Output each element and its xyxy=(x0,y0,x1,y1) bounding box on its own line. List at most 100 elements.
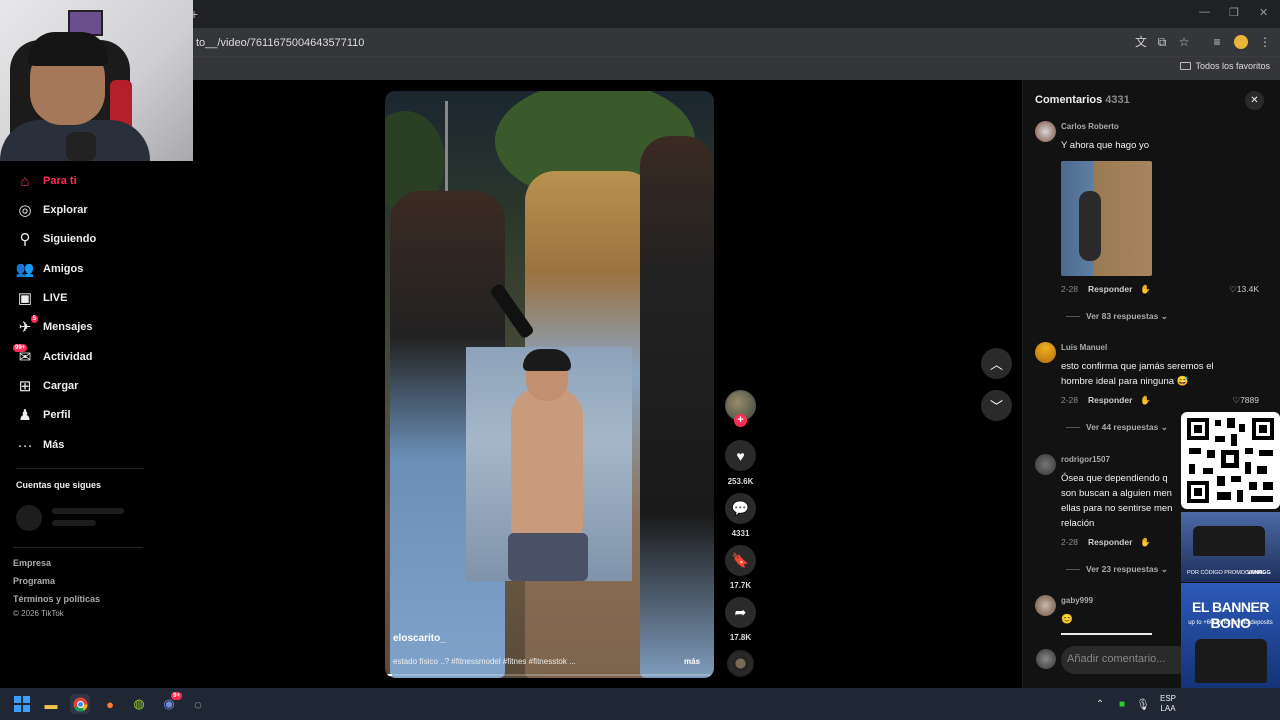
share-button[interactable]: ➦ xyxy=(725,597,756,628)
comment-like-count: 13.4K xyxy=(1236,284,1259,294)
nav-activity[interactable]: ✉ 99+ Actividad xyxy=(13,344,93,368)
nav-live[interactable]: ▣ LIVE xyxy=(16,287,68,309)
comment-avatar[interactable] xyxy=(1035,454,1056,475)
close-comments-button[interactable]: ✕ xyxy=(1245,91,1264,110)
video-description: estado físico ..? #fitnessmodel #fitnes … xyxy=(393,657,576,666)
nav-for-you[interactable]: ⌂ Para ti xyxy=(16,170,76,192)
follow-plus-icon[interactable]: + xyxy=(734,414,747,427)
nav-divider xyxy=(13,547,143,548)
footer-program-link[interactable]: Programa xyxy=(13,576,55,586)
video-progress-fill xyxy=(385,674,392,676)
add-comment-input[interactable]: Añadir comentario... xyxy=(1061,646,1191,674)
nav-profile[interactable]: ♟ Perfil xyxy=(16,404,70,426)
view-replies-button[interactable]: Ver 23 respuestas ⌄ xyxy=(1066,564,1168,575)
comment-image[interactable] xyxy=(1061,161,1152,276)
qr-code-graphic xyxy=(1187,418,1274,503)
video-progress-bar[interactable] xyxy=(385,674,714,676)
app-icon[interactable]: ◍ xyxy=(129,694,149,714)
compass-icon: ◎ xyxy=(18,202,32,219)
comment-button[interactable]: 💬 xyxy=(725,493,756,524)
comment-date: 2-28 xyxy=(1061,537,1079,547)
bookmark-icon: 🔖 xyxy=(731,552,750,568)
messages-badge: 5 xyxy=(30,315,38,323)
comment-likes[interactable]: ♡7889 xyxy=(1199,395,1259,406)
reply-button[interactable]: Responder xyxy=(1088,537,1132,547)
hand-icon[interactable]: ✋ xyxy=(1140,395,1151,405)
footer-terms-link[interactable]: Términos y políticas xyxy=(13,594,100,604)
like-button[interactable]: ♥ xyxy=(725,440,756,471)
description-more-button[interactable]: más xyxy=(684,657,700,666)
video-username[interactable]: eloscarito_ xyxy=(393,633,446,644)
comment-likes[interactable]: ♡13.4K xyxy=(1199,284,1259,295)
hand-icon[interactable]: ✋ xyxy=(1140,537,1151,547)
reading-list-icon[interactable]: ≡ xyxy=(1210,35,1224,49)
following-accounts-title: Cuentas que sigues xyxy=(16,480,102,490)
my-avatar xyxy=(1036,649,1056,669)
chevron-down-icon: ⌄ xyxy=(1160,311,1168,321)
nav-following[interactable]: ⚲ Siguiendo xyxy=(16,228,97,250)
tray-chevron-icon[interactable]: ⌃ xyxy=(1090,694,1110,714)
inset-body xyxy=(511,387,583,537)
share-count: 17.8K xyxy=(729,633,752,642)
webcam-overlay xyxy=(0,0,193,161)
restore-icon[interactable]: ❐ xyxy=(1229,6,1239,19)
chevron-down-icon: ⌄ xyxy=(1160,422,1168,432)
video-player[interactable]: eloscarito_ estado físico ..? #fitnessmo… xyxy=(385,91,714,678)
language-indicator[interactable]: ESP LAA xyxy=(1160,694,1176,714)
comment-username[interactable]: gaby999 xyxy=(1061,596,1093,605)
hand-icon[interactable]: ✋ xyxy=(1140,284,1151,294)
replies-label: Ver 23 respuestas xyxy=(1086,564,1159,574)
nav-divider xyxy=(16,468,144,469)
nav-upload[interactable]: ⊞ Cargar xyxy=(16,375,79,397)
next-video-button[interactable]: ﹀ xyxy=(981,390,1012,421)
reply-button[interactable]: Responder xyxy=(1088,395,1132,405)
close-icon: ✕ xyxy=(1250,95,1259,106)
streamer-hair xyxy=(28,32,108,66)
cast-icon[interactable]: ⧉ xyxy=(1155,35,1169,49)
translate-icon[interactable]: 文 xyxy=(1134,35,1148,49)
close-window-icon[interactable]: ✕ xyxy=(1259,6,1268,19)
suv-graphic xyxy=(1195,639,1267,683)
minimize-icon[interactable]: — xyxy=(1199,6,1210,18)
home-icon: ⌂ xyxy=(20,172,30,190)
obs-icon[interactable]: ◌ xyxy=(188,694,208,714)
music-disc-icon[interactable] xyxy=(727,650,754,677)
nav-explore[interactable]: ◎ Explorar xyxy=(16,199,87,221)
all-favorites[interactable]: Todos los favoritos xyxy=(1180,61,1270,71)
previous-video-button[interactable]: ︿ xyxy=(981,348,1012,379)
view-replies-button[interactable]: Ver 44 respuestas ⌄ xyxy=(1066,422,1168,433)
save-button[interactable]: 🔖 xyxy=(725,545,756,576)
microphone-icon[interactable]: 🎙 xyxy=(1133,694,1153,714)
replies-dash xyxy=(1066,316,1080,318)
comment-username[interactable]: Carlos Roberto xyxy=(1061,122,1119,131)
comment-meta: 2-28 Responder ✋ xyxy=(1061,284,1151,295)
comment-avatar[interactable] xyxy=(1035,121,1056,142)
nvidia-icon[interactable]: ■ xyxy=(1112,694,1132,714)
chrome-icon[interactable] xyxy=(70,694,90,714)
bookmark-star-icon[interactable]: ☆ xyxy=(1177,35,1191,49)
following-icon: ⚲ xyxy=(19,231,31,248)
comment-username[interactable]: Luis Manuel xyxy=(1061,343,1107,352)
windows-start-icon[interactable] xyxy=(12,694,32,714)
view-replies-button[interactable]: Ver 83 respuestas ⌄ xyxy=(1066,311,1168,322)
profile-avatar[interactable] xyxy=(1234,35,1248,49)
address-bar[interactable]: to__/video/7611675004643577110 xyxy=(196,37,364,49)
nav-friends[interactable]: 👥 Amigos xyxy=(16,258,84,280)
ad-subtitle: up to +600% for crypto deposits xyxy=(1188,620,1273,626)
upload-icon: ⊞ xyxy=(18,378,32,395)
comments-title: Comentarios 4331 xyxy=(1035,94,1130,106)
discord-icon[interactable]: ◉ 9+ xyxy=(159,692,182,714)
comment-avatar[interactable] xyxy=(1035,595,1056,616)
heart-icon: ♥ xyxy=(736,447,745,464)
file-explorer-icon[interactable]: ▬ xyxy=(41,694,61,714)
nav-more[interactable]: ··· Más xyxy=(16,434,65,456)
browser-menu-icon[interactable]: ⋮ xyxy=(1258,35,1272,49)
comment-username[interactable]: rodrigor1507 xyxy=(1061,455,1110,464)
reply-button[interactable]: Responder xyxy=(1088,284,1132,294)
footer-company-link[interactable]: Empresa xyxy=(13,558,51,568)
comment-avatar[interactable] xyxy=(1035,342,1056,363)
nav-messages[interactable]: ✈ 5 Mensajes xyxy=(16,315,93,338)
ad-title: EL BANNER BONO xyxy=(1192,599,1269,631)
comment-date: 2-28 xyxy=(1061,395,1079,405)
firefox-icon[interactable]: ● xyxy=(100,694,120,714)
